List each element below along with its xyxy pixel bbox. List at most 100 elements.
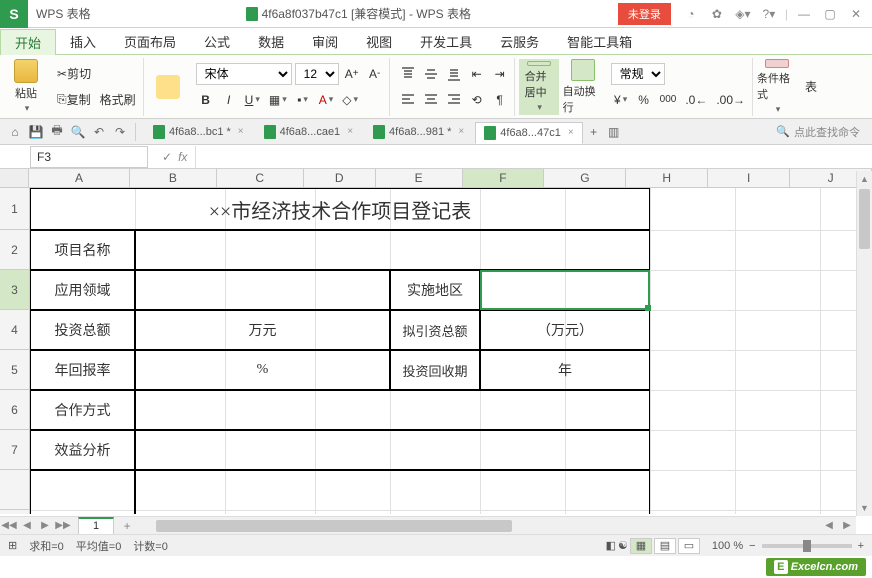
close-icon[interactable]: × <box>347 126 353 137</box>
menu-review[interactable]: 审阅 <box>298 28 352 54</box>
cell-B2G2[interactable] <box>135 230 650 270</box>
doctab-1[interactable]: 4f6a8...cae1× <box>255 121 362 143</box>
col-F[interactable]: F <box>463 169 545 187</box>
tab-list-button[interactable]: ▥ <box>605 123 623 141</box>
add-sheet-button[interactable]: + <box>118 518 136 534</box>
help-icon[interactable]: ?▾ <box>757 3 781 25</box>
view-break-button[interactable]: ▭ <box>678 538 700 554</box>
scroll-right-button[interactable]: ▶ <box>838 518 856 534</box>
sheet-nav-first[interactable]: ◀◀ <box>0 518 18 534</box>
add-tab-button[interactable]: + <box>585 123 603 141</box>
cell-B6G6[interactable] <box>135 390 650 430</box>
menu-start[interactable]: 开始 <box>0 29 56 55</box>
row-8[interactable] <box>0 470 29 510</box>
row-3[interactable]: 3 <box>0 270 29 310</box>
rtl-button[interactable]: ¶ <box>490 89 510 111</box>
close-icon[interactable]: × <box>458 126 464 137</box>
menu-page-layout[interactable]: 页面布局 <box>110 28 190 54</box>
row-6[interactable]: 6 <box>0 390 29 430</box>
zoom-value[interactable]: 100 % <box>712 540 743 552</box>
horizontal-scrollbar[interactable] <box>156 520 804 532</box>
sheet-nav-next[interactable]: ▶ <box>36 518 54 534</box>
col-H[interactable]: H <box>626 169 708 187</box>
align-right-button[interactable] <box>444 89 464 111</box>
cells-area[interactable]: ××市经济技术合作项目登记表 项目名称 应用领域 实施地区 投资总额 万元 拟引… <box>30 188 872 514</box>
col-C[interactable]: C <box>217 169 304 187</box>
zoom-out-button[interactable]: − <box>749 540 755 552</box>
decrease-font-button[interactable]: A- <box>365 63 385 85</box>
cell-A6[interactable]: 合作方式 <box>30 390 135 430</box>
menu-view[interactable]: 视图 <box>352 28 406 54</box>
row-7[interactable]: 7 <box>0 430 29 470</box>
status-mode-icon[interactable]: ◧ <box>606 539 616 552</box>
select-all-corner[interactable] <box>0 169 29 187</box>
menu-smart-tools[interactable]: 智能工具箱 <box>553 28 646 54</box>
row-5[interactable]: 5 <box>0 350 29 390</box>
cell-E4[interactable]: 拟引资总额 <box>390 310 480 350</box>
zoom-slider[interactable] <box>762 544 852 548</box>
bold-button[interactable]: B <box>196 89 216 111</box>
col-I[interactable]: I <box>708 169 790 187</box>
cell-A2[interactable]: 项目名称 <box>30 230 135 270</box>
menu-formula[interactable]: 公式 <box>190 28 244 54</box>
col-D[interactable]: D <box>304 169 376 187</box>
indent-decrease-button[interactable]: ⇤ <box>467 63 487 85</box>
home-icon[interactable]: ⌂ <box>6 123 24 141</box>
cell-A5[interactable]: 年回报率 <box>30 350 135 390</box>
view-normal-button[interactable]: ▦ <box>630 538 652 554</box>
increase-decimal-button[interactable]: .0← <box>682 89 710 111</box>
fx-cancel-icon[interactable]: ✓ <box>162 150 172 164</box>
scroll-down-button[interactable]: ▼ <box>857 500 872 516</box>
cell-B8G8[interactable] <box>135 470 650 514</box>
doctab-3[interactable]: 4f6a8...47c1× <box>475 122 582 144</box>
col-G[interactable]: G <box>544 169 626 187</box>
menu-dev[interactable]: 开发工具 <box>406 28 486 54</box>
command-search[interactable]: 🔍 点此查找命令 <box>776 124 866 140</box>
align-middle-button[interactable] <box>421 63 441 85</box>
menu-data[interactable]: 数据 <box>244 28 298 54</box>
doctab-0[interactable]: 4f6a8...bc1 *× <box>144 121 253 143</box>
row-2[interactable]: 2 <box>0 230 29 270</box>
cell-E5[interactable]: 投资回收期 <box>390 350 480 390</box>
menu-cloud[interactable]: 云服务 <box>486 28 553 54</box>
decrease-decimal-button[interactable]: .00→ <box>713 89 748 111</box>
print-icon[interactable]: 🖶 <box>48 123 66 141</box>
sheet-tab-1[interactable]: 1 <box>78 517 114 535</box>
vscroll-thumb[interactable] <box>859 189 870 249</box>
hscroll-thumb[interactable] <box>156 520 512 532</box>
doctab-2[interactable]: 4f6a8...981 *× <box>364 121 473 143</box>
redo-icon[interactable]: ↷ <box>111 123 129 141</box>
vertical-scrollbar[interactable]: ▲ ▼ <box>856 171 872 516</box>
percent-button[interactable]: % <box>634 89 654 111</box>
number-format-select[interactable]: 常规 <box>611 63 665 85</box>
font-name-select[interactable]: 宋体 <box>196 63 292 85</box>
fx-icon[interactable]: fx <box>178 150 187 164</box>
row-4[interactable]: 4 <box>0 310 29 350</box>
close-button[interactable]: ✕ <box>844 3 868 25</box>
col-E[interactable]: E <box>376 169 463 187</box>
cell-F4G4[interactable]: （万元） <box>480 310 650 350</box>
indent-increase-button[interactable]: ⇥ <box>490 63 510 85</box>
align-top-button[interactable] <box>398 63 418 85</box>
cell-A8[interactable] <box>30 470 135 514</box>
cell-A4[interactable]: 投资总额 <box>30 310 135 350</box>
minimize-button[interactable]: — <box>792 3 816 25</box>
cut-button[interactable]: ✂ 剪切 <box>54 63 94 85</box>
align-left-button[interactable] <box>398 89 418 111</box>
orientation-button[interactable]: ⟲ <box>467 89 487 111</box>
align-bottom-button[interactable] <box>444 63 464 85</box>
menu-insert[interactable]: 插入 <box>56 28 110 54</box>
sheet-nav-prev[interactable]: ◀ <box>18 518 36 534</box>
format-painter-button[interactable]: 格式刷 <box>97 89 139 111</box>
clear-format-button[interactable]: ◇▾ <box>339 89 361 111</box>
border-button[interactable]: ▦▾ <box>266 89 290 111</box>
font-color-button[interactable]: A▾ <box>316 89 337 111</box>
fill-color-button[interactable]: 🞍▾ <box>293 89 313 111</box>
formula-input[interactable] <box>195 146 872 168</box>
conditional-format-button[interactable]: 条件格式▾ <box>757 59 797 115</box>
cell-B4D4[interactable]: 万元 <box>135 310 390 350</box>
cell-B5D5[interactable]: % <box>135 350 390 390</box>
row-1[interactable]: 1 <box>0 188 29 230</box>
comma-button[interactable]: 000 <box>657 89 680 111</box>
undo-icon[interactable]: ↶ <box>90 123 108 141</box>
